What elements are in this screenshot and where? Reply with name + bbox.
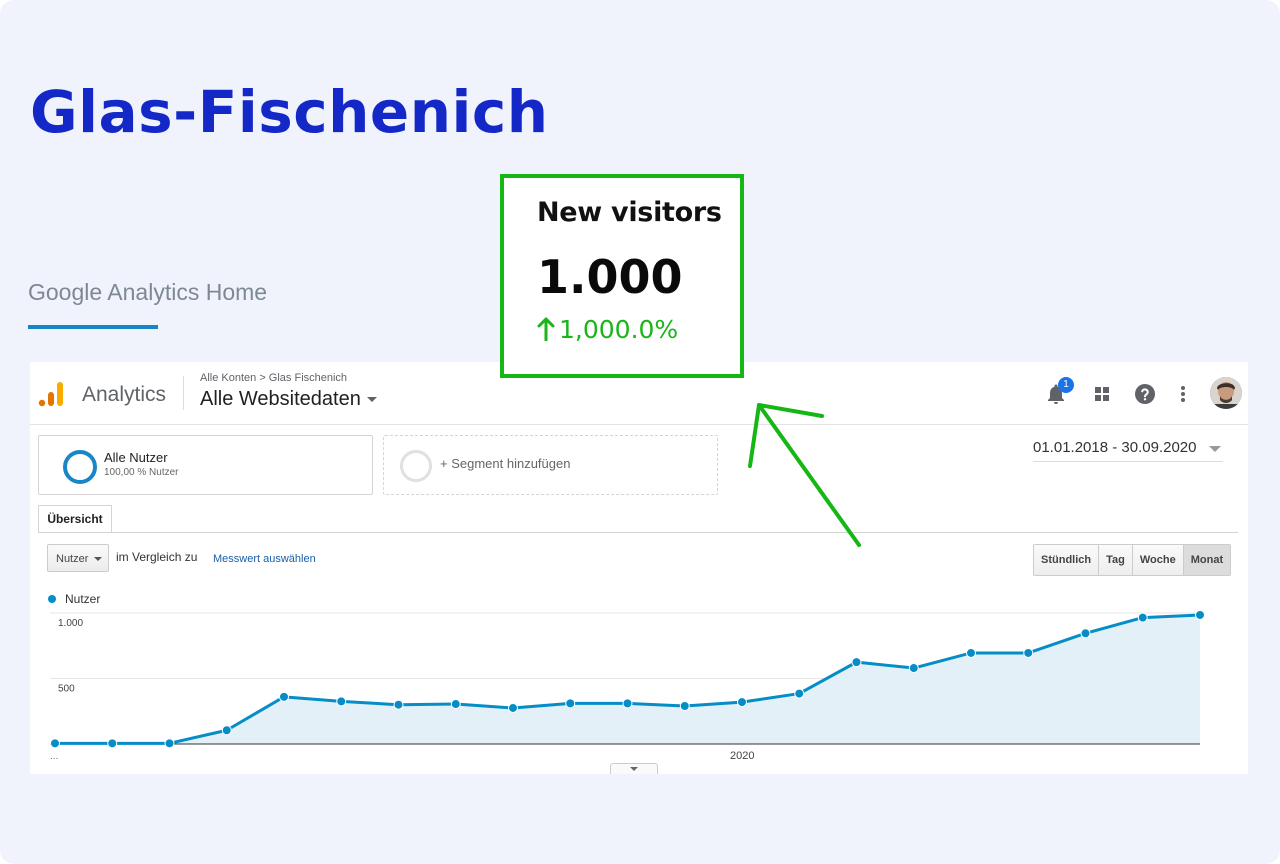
date-range-label: 01.01.2018 - 30.09.2020 <box>1033 439 1197 456</box>
kpi-label: New visitors <box>537 197 722 228</box>
breadcrumb[interactable]: Alle Konten > Glas Fischenich <box>200 372 347 384</box>
analytics-screenshot: Analytics Alle Konten > Glas Fischenich … <box>30 362 1248 774</box>
user-photo-icon <box>1210 377 1242 409</box>
analytics-logo-icon <box>38 382 63 407</box>
data-point <box>1023 647 1034 658</box>
data-point <box>679 701 690 712</box>
select-metric-link[interactable]: Messwert auswählen <box>213 553 316 565</box>
data-point <box>622 698 633 709</box>
granularity-hourly-button[interactable]: Stündlich <box>1034 545 1099 575</box>
kpi-change-value: 1,000.0% <box>559 315 679 344</box>
kpi-card: New visitors 1.000 1,000.0% <box>500 174 744 378</box>
data-point <box>336 696 347 707</box>
help-icon[interactable] <box>1133 382 1157 406</box>
add-segment-button[interactable]: + Segment hinzufügen <box>383 435 718 495</box>
data-point <box>221 725 232 736</box>
y-tick-label: 1.000 <box>58 618 83 629</box>
data-point <box>737 697 747 708</box>
data-point <box>966 647 976 658</box>
x-tick-label: ... <box>50 751 58 762</box>
data-point <box>393 699 404 710</box>
chevron-down-icon <box>366 397 377 403</box>
y-tick-label: 500 <box>58 684 75 695</box>
series-area <box>55 614 1200 744</box>
chevron-down-icon <box>1209 446 1221 452</box>
apps-grid-icon[interactable] <box>1090 382 1114 406</box>
view-selector-label: Alle Websitedaten <box>200 388 361 410</box>
notification-badge: 1 <box>1058 377 1074 393</box>
x-tick-label: 2020 <box>730 750 754 762</box>
users-chart: 1.000 500... 2020 <box>50 609 1205 762</box>
more-vert-icon[interactable] <box>1171 382 1195 406</box>
chevron-down-icon <box>630 767 638 771</box>
data-point <box>107 738 118 749</box>
subtitle: Google Analytics Home <box>28 279 268 305</box>
header-divider <box>183 376 184 410</box>
chart-legend: Nutzer <box>48 592 100 606</box>
date-range-picker[interactable]: 01.01.2018 - 30.09.2020 <box>1033 439 1223 462</box>
add-segment-label: + Segment hinzufügen <box>440 456 571 471</box>
tab-divider <box>38 532 1238 533</box>
granularity-month-button[interactable]: Monat <box>1182 545 1231 575</box>
arrow-up-icon <box>537 317 555 341</box>
chart-collapse-handle[interactable] <box>610 763 658 774</box>
data-point <box>908 663 919 674</box>
subtitle-underline <box>28 325 158 329</box>
granularity-day-button[interactable]: Tag <box>1098 545 1132 575</box>
page-title: Glas-Fischenich <box>30 78 549 146</box>
legend-dot-icon <box>48 594 56 603</box>
data-point <box>1195 609 1205 620</box>
data-point <box>450 699 461 710</box>
metric-select[interactable]: Nutzer <box>47 544 109 572</box>
data-point <box>1080 628 1091 639</box>
view-selector[interactable]: Alle Websitedaten <box>200 388 377 411</box>
metric-select-label: Nutzer <box>56 553 89 565</box>
granularity-week-button[interactable]: Woche <box>1131 545 1183 575</box>
segment-percentage: 100,00 % Nutzer <box>104 467 179 478</box>
empty-segment-ring-icon <box>400 450 432 482</box>
segment-name: Alle Nutzer <box>104 450 168 465</box>
data-point <box>164 738 175 749</box>
slide-background: Glas-Fischenich Google Analytics Home An… <box>0 0 1280 864</box>
segment-ring-icon <box>63 450 97 484</box>
legend-label: Nutzer <box>65 592 101 606</box>
data-point <box>50 738 60 749</box>
avatar[interactable] <box>1210 377 1242 409</box>
tab-overview[interactable]: Übersicht <box>38 505 112 532</box>
data-point <box>794 688 805 699</box>
data-point <box>279 691 289 702</box>
kpi-change: 1,000.0% <box>537 315 678 344</box>
chevron-down-icon <box>94 557 102 561</box>
data-point <box>508 702 518 713</box>
data-point <box>1137 612 1148 623</box>
data-point <box>851 657 862 668</box>
granularity-toggle: Stündlich Tag Woche Monat <box>1033 544 1232 576</box>
analytics-body: Alle Nutzer 100,00 % Nutzer + Segment hi… <box>30 425 1248 774</box>
data-point <box>565 698 576 709</box>
compare-text: im Vergleich zu <box>116 550 198 564</box>
segment-all-users[interactable]: Alle Nutzer 100,00 % Nutzer <box>38 435 373 495</box>
analytics-app-name: Analytics <box>82 383 167 406</box>
kpi-value: 1.000 <box>537 250 683 304</box>
